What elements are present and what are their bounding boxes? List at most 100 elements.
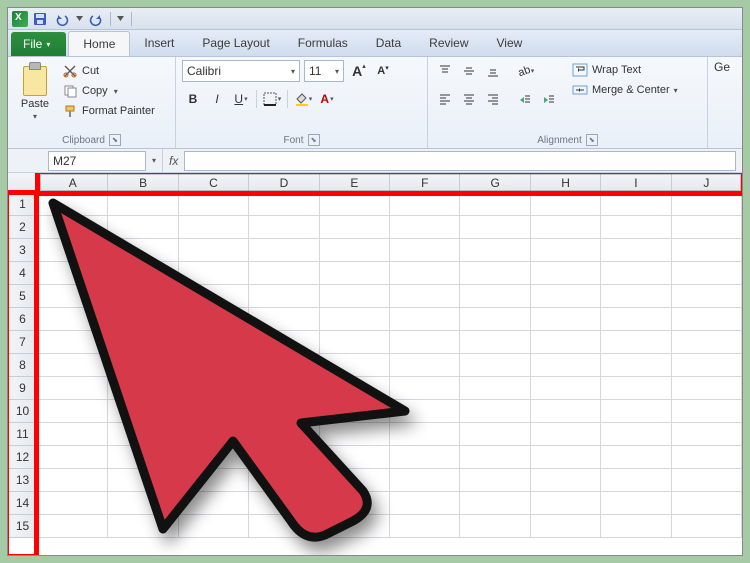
column-header[interactable]: F <box>390 173 460 193</box>
column-header[interactable]: J <box>672 173 742 193</box>
cell[interactable] <box>390 377 460 400</box>
cell[interactable] <box>601 400 671 423</box>
cell[interactable] <box>320 469 390 492</box>
cell[interactable] <box>390 423 460 446</box>
cell[interactable] <box>320 285 390 308</box>
formula-input[interactable] <box>184 151 736 171</box>
cell[interactable] <box>531 216 601 239</box>
cell[interactable] <box>38 193 108 216</box>
cell[interactable] <box>601 515 671 538</box>
cell[interactable] <box>179 308 249 331</box>
cell[interactable] <box>108 239 178 262</box>
tab-data[interactable]: Data <box>362 31 415 56</box>
tab-insert[interactable]: Insert <box>130 31 188 56</box>
cell[interactable] <box>320 239 390 262</box>
cell[interactable] <box>531 285 601 308</box>
row-header[interactable]: 2 <box>8 216 38 239</box>
row-header[interactable]: 7 <box>8 331 38 354</box>
grow-font-button[interactable]: A▴ <box>348 60 370 82</box>
cell[interactable] <box>531 377 601 400</box>
cell[interactable] <box>601 377 671 400</box>
cell[interactable] <box>460 469 530 492</box>
cell[interactable] <box>601 446 671 469</box>
cell[interactable] <box>320 331 390 354</box>
cell[interactable] <box>601 216 671 239</box>
column-header[interactable]: H <box>531 173 601 193</box>
cell[interactable] <box>249 377 319 400</box>
row-header[interactable]: 11 <box>8 423 38 446</box>
qat-customize-dropdown[interactable] <box>115 16 125 21</box>
align-middle-button[interactable] <box>458 60 480 82</box>
cell[interactable] <box>179 239 249 262</box>
cell[interactable] <box>460 400 530 423</box>
cell[interactable] <box>672 423 742 446</box>
cell[interactable] <box>38 216 108 239</box>
cell[interactable] <box>320 423 390 446</box>
alignment-dialog-launcher[interactable]: ⬊ <box>586 134 598 146</box>
row-header[interactable]: 13 <box>8 469 38 492</box>
cell[interactable] <box>108 469 178 492</box>
cell[interactable] <box>460 446 530 469</box>
cell[interactable] <box>108 377 178 400</box>
cell[interactable] <box>601 331 671 354</box>
cell[interactable] <box>38 469 108 492</box>
cell[interactable] <box>320 400 390 423</box>
cell[interactable] <box>531 239 601 262</box>
cell[interactable] <box>320 446 390 469</box>
name-box-dropdown[interactable]: ▾ <box>146 156 162 165</box>
cell[interactable] <box>390 400 460 423</box>
cell[interactable] <box>672 400 742 423</box>
cell[interactable] <box>38 308 108 331</box>
fill-color-button[interactable]: ▾ <box>292 88 314 110</box>
cell[interactable] <box>531 400 601 423</box>
cell[interactable] <box>108 308 178 331</box>
cell[interactable] <box>460 262 530 285</box>
column-header[interactable]: I <box>601 173 671 193</box>
cell[interactable] <box>108 423 178 446</box>
wrap-text-button[interactable]: Wrap Text <box>572 62 678 78</box>
select-all-corner[interactable] <box>8 173 38 193</box>
column-header[interactable]: D <box>249 173 319 193</box>
cell[interactable] <box>672 239 742 262</box>
cell[interactable] <box>179 285 249 308</box>
align-top-button[interactable] <box>434 60 456 82</box>
cell[interactable] <box>460 308 530 331</box>
row-header[interactable]: 9 <box>8 377 38 400</box>
italic-button[interactable]: I <box>206 88 228 110</box>
cell[interactable] <box>460 492 530 515</box>
cell[interactable] <box>249 331 319 354</box>
cell[interactable] <box>249 239 319 262</box>
cell[interactable] <box>531 193 601 216</box>
row-header[interactable]: 4 <box>8 262 38 285</box>
name-box[interactable]: M27 <box>48 151 146 171</box>
cell[interactable] <box>672 354 742 377</box>
cell[interactable] <box>179 469 249 492</box>
cell[interactable] <box>249 492 319 515</box>
cell[interactable] <box>672 308 742 331</box>
cell[interactable] <box>320 515 390 538</box>
row-header[interactable]: 14 <box>8 492 38 515</box>
cell[interactable] <box>38 377 108 400</box>
row-header[interactable]: 1 <box>8 193 38 216</box>
cell[interactable] <box>672 492 742 515</box>
shrink-font-button[interactable]: A▾ <box>372 60 394 82</box>
cell[interactable] <box>249 515 319 538</box>
cell[interactable] <box>460 423 530 446</box>
cell[interactable] <box>249 400 319 423</box>
cell[interactable] <box>390 354 460 377</box>
cell[interactable] <box>179 193 249 216</box>
row-header[interactable]: 15 <box>8 515 38 538</box>
font-color-button[interactable]: A▾ <box>316 88 338 110</box>
cell[interactable] <box>249 446 319 469</box>
paste-button[interactable]: Paste ▾ <box>14 60 56 132</box>
cell[interactable] <box>672 515 742 538</box>
cell[interactable] <box>108 193 178 216</box>
cell[interactable] <box>179 492 249 515</box>
cell[interactable] <box>390 469 460 492</box>
cell[interactable] <box>531 308 601 331</box>
cell[interactable] <box>38 262 108 285</box>
cell[interactable] <box>460 216 530 239</box>
cell[interactable] <box>179 515 249 538</box>
row-header[interactable]: 6 <box>8 308 38 331</box>
cell[interactable] <box>38 400 108 423</box>
